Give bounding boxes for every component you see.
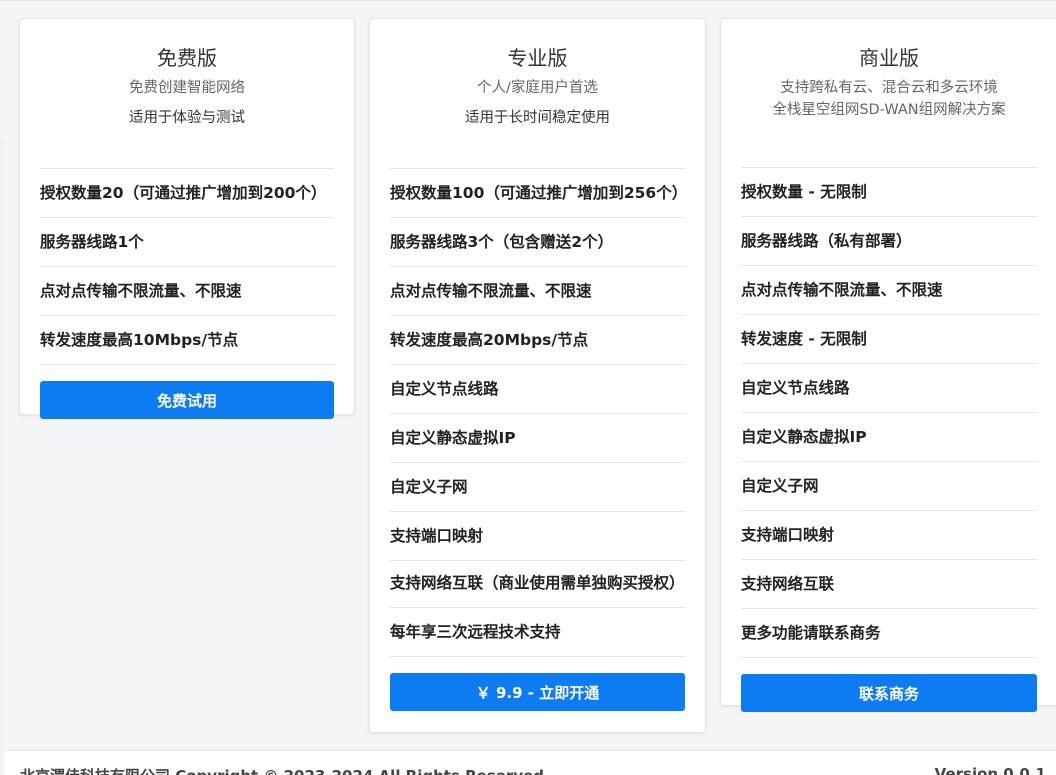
plan-header-pro: 专业版 个人/家庭用户首选 适用于长时间稳定使用 [390,45,685,169]
feature-item: 授权数量20（可通过推广增加到200个） [40,169,334,218]
feature-item: 支持端口映射 [741,511,1037,560]
feature-item: 服务器线路1个 [40,218,334,267]
contact-sales-button[interactable]: 联系商务 [741,674,1037,712]
plan-card-free: 免费版 免费创建智能网络 适用于体验与测试 授权数量20（可通过推广增加到200… [19,18,355,419]
top-divider [0,0,1056,1]
plan-subtitle: 免费创建智能网络 [129,80,245,96]
plan-description: 适用于体验与测试 [129,110,245,126]
feature-item: 授权数量 - 无限制 [741,168,1037,217]
feature-item: 支持网络互联（商业使用需单独购买授权） [390,561,685,608]
feature-item: 自定义静态虚拟IP [741,413,1037,462]
feature-item: 服务器线路3个（包含赠送2个） [390,218,685,267]
feature-list-free: 授权数量20（可通过推广增加到200个） 服务器线路1个 点对点传输不限流量、不… [40,169,334,365]
plan-description: 适用于长时间稳定使用 [465,110,610,126]
feature-item: 授权数量100（可通过推广增加到256个） [390,169,687,218]
plan-subtitle: 全栈星空组网SD-WAN组网解决方案 [772,102,1006,118]
footer-version: Version 0.0.1 [934,765,1046,775]
feature-item: 转发速度最高20Mbps/节点 [390,316,685,365]
feature-item: 更多功能请联系商务 [741,609,1037,658]
feature-item: 点对点传输不限流量、不限速 [741,266,1037,315]
plan-title: 专业版 [507,46,568,70]
feature-item: 点对点传输不限流量、不限速 [390,267,685,316]
subscribe-pro-button[interactable]: ￥ 9.9 - 立即开通 [390,673,685,711]
feature-item: 支持端口映射 [390,512,685,561]
feature-item: 自定义子网 [741,462,1037,511]
feature-list-business: 授权数量 - 无限制 服务器线路（私有部署） 点对点传输不限流量、不限速 转发速… [741,168,1037,658]
plan-title: 商业版 [859,46,919,70]
feature-item: 转发速度 - 无限制 [741,315,1037,364]
pricing-page: 免费版 免费创建智能网络 适用于体验与测试 授权数量20（可通过推广增加到200… [0,0,1056,775]
left-sidebar-edge [0,140,4,750]
feature-item: 点对点传输不限流量、不限速 [40,267,334,316]
feature-item: 服务器线路（私有部署） [741,217,1037,266]
plan-subtitle: 支持跨私有云、混合云和多云环境 [780,80,998,96]
feature-item: 每年享三次远程技术支持 [390,608,685,657]
feature-item: 支持网络互联 [741,560,1037,609]
footer: 北京渭佳科技有限公司 Copyright © 2023-2024 All Rig… [4,750,1056,775]
plan-subtitle: 个人/家庭用户首选 [477,80,598,96]
plan-title: 免费版 [157,46,217,70]
plan-card-business: 商业版 支持跨私有云、混合云和多云环境 全栈星空组网SD-WAN组网解决方案 授… [720,18,1056,712]
footer-copyright: 北京渭佳科技有限公司 Copyright © 2023-2024 All Rig… [20,765,544,775]
plan-header-business: 商业版 支持跨私有云、混合云和多云环境 全栈星空组网SD-WAN组网解决方案 [741,45,1037,168]
free-trial-button[interactable]: 免费试用 [40,381,334,419]
feature-list-pro: 授权数量100（可通过推广增加到256个） 服务器线路3个（包含赠送2个） 点对… [390,169,687,657]
plan-card-pro: 专业版 个人/家庭用户首选 适用于长时间稳定使用 授权数量100（可通过推广增加… [369,18,706,733]
feature-item: 自定义节点线路 [390,365,685,414]
plan-header-free: 免费版 免费创建智能网络 适用于体验与测试 [40,45,334,169]
feature-item: 转发速度最高10Mbps/节点 [40,316,334,365]
feature-item: 自定义子网 [390,463,685,512]
feature-item: 自定义静态虚拟IP [390,414,685,463]
feature-item: 自定义节点线路 [741,364,1037,413]
